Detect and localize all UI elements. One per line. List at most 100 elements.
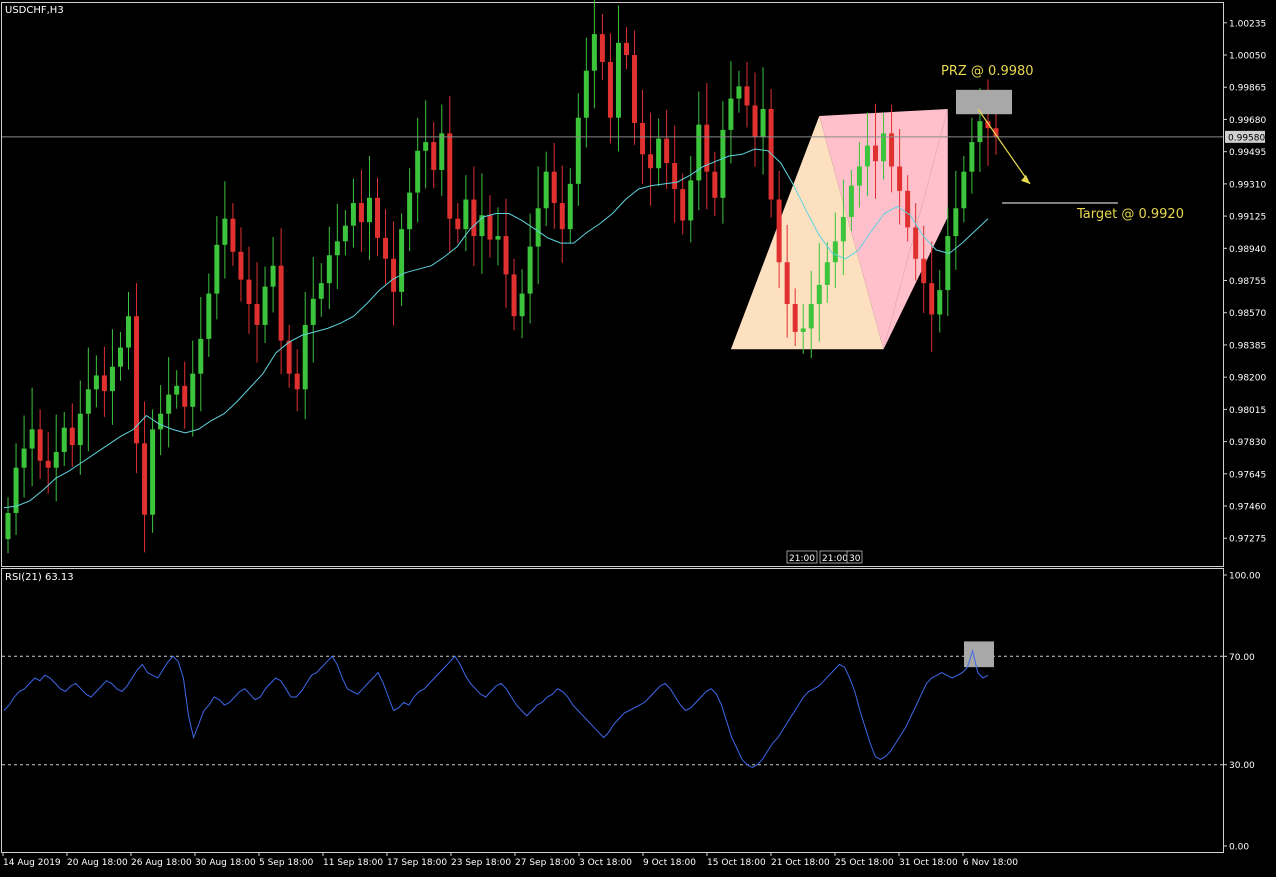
candle-body — [53, 452, 59, 468]
candle-body — [334, 241, 340, 256]
candle-body — [85, 389, 91, 414]
candle-body — [318, 283, 324, 299]
candle-body — [832, 241, 838, 263]
candle-body — [776, 199, 782, 263]
candle-body — [399, 229, 405, 292]
candle-body — [905, 190, 911, 228]
candle-body — [77, 413, 83, 446]
candle-body — [415, 150, 421, 193]
candle-body — [583, 70, 589, 118]
candle-body — [69, 427, 75, 446]
time-marker-label: 21:00 — [789, 554, 815, 564]
candle-body — [342, 225, 348, 242]
candle-body — [487, 215, 493, 240]
time-tick-label: 9 Oct 18:00 — [643, 858, 696, 868]
candle-body — [640, 122, 646, 155]
candle-body — [856, 166, 862, 186]
price-tick-label: 0.99865 — [1229, 84, 1266, 94]
candle-body — [615, 42, 621, 118]
candle-body — [511, 274, 517, 317]
time-tick-label: 25 Oct 18:00 — [835, 858, 894, 868]
candle-body — [591, 34, 597, 71]
candle-body — [680, 189, 686, 221]
projection-arrow-head — [1021, 174, 1030, 184]
prz-label: PRZ @ 0.9980 — [941, 64, 1034, 79]
candle-body — [575, 117, 581, 184]
candle-body — [848, 185, 854, 217]
candle-body — [559, 203, 565, 230]
candle-body — [527, 246, 533, 294]
candle-body — [519, 293, 525, 317]
candle-body — [294, 373, 300, 390]
candle-body — [543, 171, 549, 209]
projection-arrow-line — [977, 108, 1031, 185]
candle-body — [728, 98, 734, 130]
candle-body — [961, 171, 967, 209]
candle-body — [447, 133, 453, 219]
candle-body — [792, 304, 798, 332]
price-tick-label: 1.00050 — [1229, 52, 1266, 62]
candle-body — [310, 298, 316, 325]
candle-body — [929, 283, 935, 315]
candle-body — [93, 375, 99, 390]
candle-body — [664, 138, 670, 163]
candle-body — [101, 375, 107, 392]
candle-body — [254, 304, 260, 325]
candle-body — [985, 121, 991, 129]
time-tick-label: 31 Oct 18:00 — [899, 858, 958, 868]
rsi-tick-label: 30.00 — [1229, 761, 1255, 771]
candle-body — [495, 236, 501, 240]
candle-body — [270, 265, 276, 287]
time-marker-label: 30 — [849, 554, 861, 564]
time-tick-label: 5 Sep 18:00 — [259, 858, 314, 868]
candle-body — [712, 171, 718, 198]
rsi-group: 100.00 70.00 30.00 0.00 — [2, 572, 1261, 853]
candle-body — [696, 124, 702, 181]
candle-body — [463, 199, 469, 230]
candle-body — [760, 108, 766, 137]
price-tick-label: 0.98015 — [1229, 406, 1266, 416]
candle-body — [29, 429, 35, 449]
candle-body — [158, 413, 164, 430]
time-tick-label: 23 Sep 18:00 — [451, 858, 511, 868]
time-tick-label: 27 Sep 18:00 — [515, 858, 575, 868]
candle-body — [567, 183, 573, 230]
price-tick-label: 0.97460 — [1229, 503, 1266, 513]
candle-body — [656, 138, 662, 169]
rsi-tick-label: 70.00 — [1229, 653, 1255, 663]
candle-body — [391, 258, 397, 292]
candle-body — [937, 290, 943, 315]
candle-body — [45, 460, 51, 468]
price-tick-label: 1.00235 — [1229, 19, 1266, 29]
candle-body — [142, 443, 148, 515]
candle-body — [350, 203, 356, 226]
candle-body — [551, 171, 557, 204]
candle-body — [455, 218, 461, 230]
candle-body — [752, 105, 758, 137]
time-axis: 14 Aug 2019 20 Aug 18:00 26 Aug 18:00 30 Au… — [2, 852, 1018, 868]
candle-body — [375, 197, 380, 238]
price-tick-label: 0.97275 — [1229, 535, 1266, 545]
rsi-tick-label: 100.00 — [1229, 572, 1261, 582]
candle-body — [945, 236, 951, 291]
time-tick-label: 17 Sep 18:00 — [387, 858, 447, 868]
candle-body — [824, 262, 830, 285]
time-tick-label: 21 Oct 18:00 — [771, 858, 830, 868]
candle-body — [190, 373, 196, 407]
rsi-chart-title: RSI(21) 63.13 — [5, 572, 74, 583]
candle-body — [953, 208, 959, 237]
price-tick-label: 0.97645 — [1229, 470, 1266, 480]
target-label: Target @ 0.9920 — [1076, 207, 1184, 222]
candle-body — [720, 129, 726, 198]
candle-body — [238, 251, 244, 280]
candle-body — [607, 61, 613, 118]
time-tick-label: 15 Oct 18:00 — [707, 858, 766, 868]
rsi-chart-frame — [1, 568, 1224, 853]
candle-body — [286, 340, 292, 374]
main-chart-title: USDCHF,H3 — [5, 5, 64, 16]
candle-body — [688, 180, 694, 221]
time-tick-label: 11 Sep 18:00 — [323, 858, 383, 868]
candle-body — [21, 448, 27, 468]
price-tick-label: 0.98570 — [1229, 309, 1266, 319]
time-tick-label: 30 Aug 18:00 — [195, 858, 256, 868]
